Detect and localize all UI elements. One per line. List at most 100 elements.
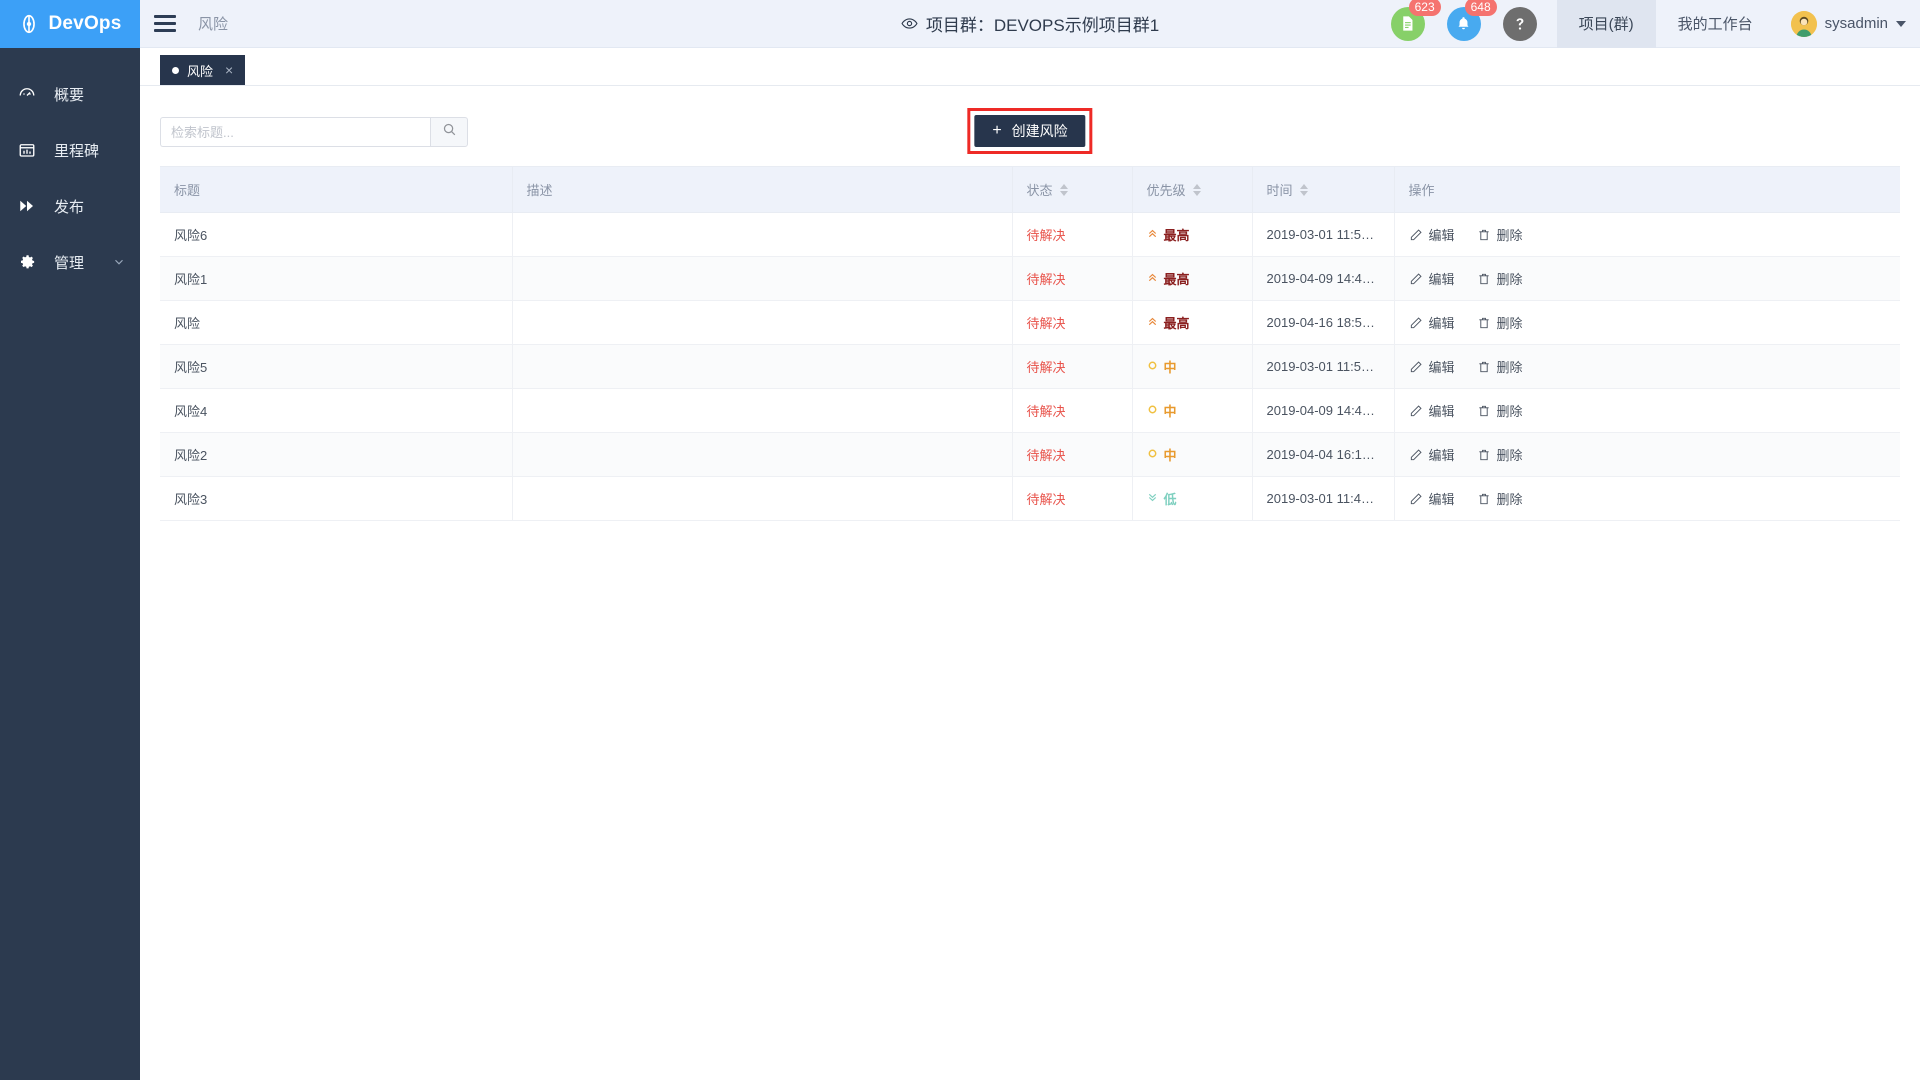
table-row[interactable]: 风险1 待解决 最高 2019-04-09 14:49:10 编辑 删除 <box>160 256 1900 301</box>
user-name: sysadmin <box>1824 15 1888 32</box>
table-row[interactable]: 风险4 待解决 中 2019-04-09 14:49:10 编辑 删除 <box>160 388 1900 433</box>
cell-title: 风险5 <box>160 344 513 389</box>
help-button[interactable] <box>1502 6 1537 41</box>
edit-action[interactable]: 编辑 <box>1409 225 1455 244</box>
chevron-down-icon <box>112 255 126 269</box>
edit-action[interactable]: 编辑 <box>1409 445 1455 464</box>
delete-action[interactable]: 删除 <box>1477 225 1523 244</box>
page-title: 项目群：DEVOPS示例项目群1 <box>901 11 1159 36</box>
sidebar-item-release[interactable]: 发布 <box>0 178 140 234</box>
column-header-title: 标题 <box>160 166 513 213</box>
delete-action[interactable]: 删除 <box>1477 489 1523 508</box>
nav-tab-projects[interactable]: 项目(群) <box>1556 0 1656 48</box>
sort-icon[interactable] <box>1299 183 1308 196</box>
page-tab-label: 风险 <box>187 63 214 79</box>
close-icon[interactable]: × <box>225 62 233 78</box>
delete-action[interactable]: 删除 <box>1477 269 1523 288</box>
priority-icon <box>1147 403 1158 418</box>
milestone-icon <box>16 141 38 159</box>
brand-logo-area[interactable]: DevOps <box>0 0 140 48</box>
cell-operations: 编辑 删除 <box>1394 300 1900 345</box>
edit-action[interactable]: 编辑 <box>1409 313 1455 332</box>
cell-status: 待解决 <box>1012 300 1133 345</box>
search-input[interactable] <box>160 117 430 147</box>
cell-time: 2019-03-01 11:53:57 <box>1252 212 1395 257</box>
nav-tab-workbench[interactable]: 我的工作台 <box>1656 0 1775 48</box>
create-risk-button[interactable]: + 创建风险 <box>974 115 1086 147</box>
page-tabstrip: 风险 × <box>140 48 1920 86</box>
cell-description <box>512 432 1013 477</box>
cell-operations: 编辑 删除 <box>1394 388 1900 433</box>
documents-count-badge: 623 <box>1408 0 1441 16</box>
column-header-time[interactable]: 时间 <box>1252 166 1395 213</box>
notifications-button[interactable]: 648 <box>1446 0 1497 41</box>
plus-icon: + <box>992 122 1002 139</box>
sort-icon[interactable] <box>1192 183 1201 196</box>
release-icon <box>16 197 38 215</box>
risk-table: 标题 描述 状态 优先级 时间 操作 风险6 待解决 最高 2019-03-01… <box>160 166 1900 521</box>
column-label: 标题 <box>174 183 201 198</box>
pencil-icon <box>1409 228 1423 242</box>
sidebar-item-label: 发布 <box>54 198 85 216</box>
cell-description <box>512 388 1013 433</box>
cell-description <box>512 256 1013 301</box>
cell-time: 2019-04-09 14:49:10 <box>1252 256 1395 301</box>
priority-icon <box>1147 491 1158 506</box>
cell-title: 风险2 <box>160 432 513 477</box>
table-row[interactable]: 风险2 待解决 中 2019-04-04 16:13:05 编辑 删除 <box>160 432 1900 477</box>
edit-action[interactable]: 编辑 <box>1409 401 1455 420</box>
status-dot-icon <box>172 66 179 74</box>
column-label: 状态 <box>1026 183 1053 198</box>
delete-action[interactable]: 删除 <box>1477 401 1523 420</box>
column-header-status[interactable]: 状态 <box>1012 166 1133 213</box>
edit-action[interactable]: 编辑 <box>1409 269 1455 288</box>
sidebar-item-overview[interactable]: 概要 <box>0 66 140 122</box>
cell-priority: 中 <box>1132 344 1253 389</box>
priority-icon <box>1147 271 1158 286</box>
cell-description <box>512 212 1013 257</box>
help-icon <box>1502 6 1537 41</box>
documents-button[interactable]: 623 <box>1390 0 1441 41</box>
search-icon <box>442 122 457 142</box>
column-header-operations: 操作 <box>1394 166 1900 213</box>
edit-action[interactable]: 编辑 <box>1409 357 1455 376</box>
risk-table-wrap: 标题 描述 状态 优先级 时间 操作 风险6 待解决 最高 2019-03-01… <box>160 166 1900 521</box>
pencil-icon <box>1409 448 1423 462</box>
trash-icon <box>1477 404 1491 418</box>
eye-icon <box>901 15 918 32</box>
cell-operations: 编辑 删除 <box>1394 212 1900 257</box>
cell-priority: 中 <box>1132 432 1253 477</box>
table-row[interactable]: 风险3 待解决 低 2019-03-01 11:47:19 编辑 删除 <box>160 476 1900 521</box>
delete-action[interactable]: 删除 <box>1477 357 1523 376</box>
delete-action[interactable]: 删除 <box>1477 313 1523 332</box>
sidebar-item-milestone[interactable]: 里程碑 <box>0 122 140 178</box>
column-header-priority[interactable]: 优先级 <box>1132 166 1253 213</box>
table-row[interactable]: 风险5 待解决 中 2019-03-01 11:52:06 编辑 删除 <box>160 344 1900 389</box>
cell-title: 风险6 <box>160 212 513 257</box>
edit-action[interactable]: 编辑 <box>1409 489 1455 508</box>
cell-title: 风险1 <box>160 256 513 301</box>
cell-time: 2019-04-04 16:13:05 <box>1252 432 1395 477</box>
table-row[interactable]: 风险6 待解决 最高 2019-03-01 11:53:57 编辑 删除 <box>160 212 1900 257</box>
delete-action[interactable]: 删除 <box>1477 445 1523 464</box>
sidebar-nav: 概要 里程碑 发布 管理 <box>0 48 140 290</box>
breadcrumb: 风险 <box>198 16 229 33</box>
cell-priority: 低 <box>1132 476 1253 521</box>
cell-description <box>512 476 1013 521</box>
page-tab-risk[interactable]: 风险 × <box>160 55 246 85</box>
pencil-icon <box>1409 316 1423 330</box>
sort-icon[interactable] <box>1059 183 1068 196</box>
trash-icon <box>1477 492 1491 506</box>
cell-priority: 中 <box>1132 388 1253 433</box>
sidebar-item-label: 管理 <box>54 254 85 272</box>
table-row[interactable]: 风险 待解决 最高 2019-04-16 18:51:27 编辑 删除 <box>160 300 1900 345</box>
cell-status: 待解决 <box>1012 256 1133 301</box>
app-root: DevOps 概要 里程碑 发布 管理 风险 项目群：DEVOPS示例项目群1 … <box>0 0 1920 1080</box>
hamburger-icon[interactable] <box>140 0 190 47</box>
table-body: 风险6 待解决 最高 2019-03-01 11:53:57 编辑 删除 风险1… <box>160 212 1900 521</box>
user-menu[interactable]: sysadmin <box>1775 10 1906 37</box>
cell-operations: 编辑 删除 <box>1394 344 1900 389</box>
search-button[interactable] <box>430 117 468 147</box>
sidebar-item-manage[interactable]: 管理 <box>0 234 140 290</box>
pencil-icon <box>1409 360 1423 374</box>
